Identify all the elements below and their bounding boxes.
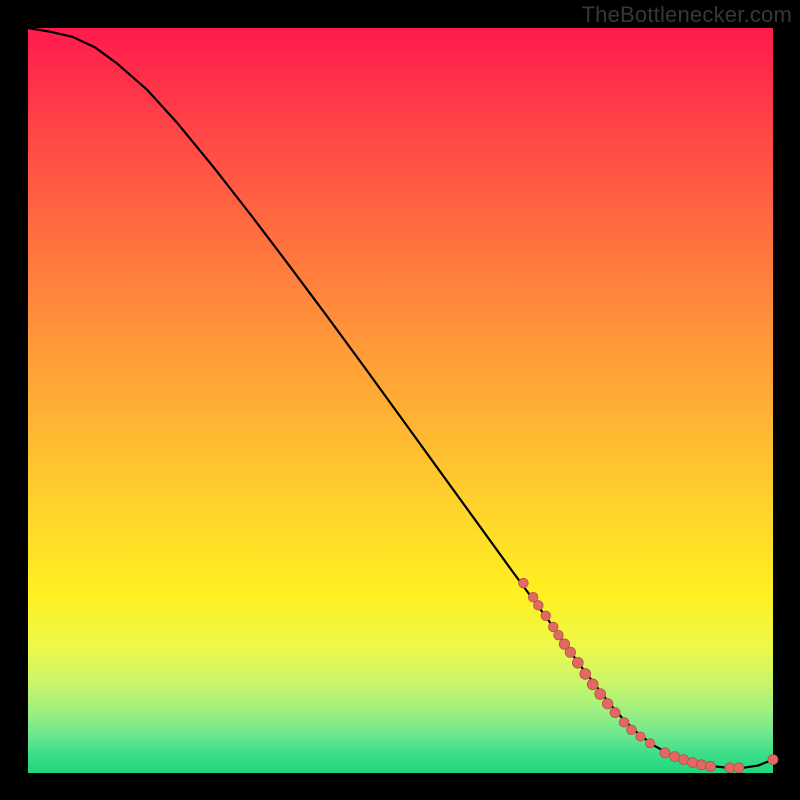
- scatter-point: [645, 739, 654, 748]
- scatter-point: [619, 718, 629, 728]
- scatter-point: [572, 657, 583, 668]
- scatter-point: [768, 755, 778, 765]
- scatter-point: [688, 758, 698, 768]
- scatter-point: [705, 761, 715, 771]
- scatter-point: [519, 578, 529, 588]
- scatter-point: [580, 669, 591, 680]
- scatter-point: [636, 732, 645, 741]
- watermark-text: TheBottlenecker.com: [582, 2, 792, 28]
- chart-svg: [28, 28, 773, 773]
- scatter-point: [696, 760, 706, 770]
- scatter-point: [587, 679, 598, 690]
- scatter-point: [595, 689, 606, 700]
- scatter-point: [554, 630, 564, 640]
- chart-container: TheBottlenecker.com: [0, 0, 800, 800]
- plot-area: [28, 28, 773, 773]
- scatter-point: [627, 725, 637, 735]
- scatter-point: [610, 708, 620, 718]
- scatter-point: [660, 748, 670, 758]
- scatter-point: [734, 763, 744, 773]
- scatter-point: [725, 763, 735, 773]
- scatter-point: [670, 752, 680, 762]
- curve-line: [28, 28, 773, 768]
- scatter-point: [541, 611, 551, 621]
- scatter-point: [534, 601, 544, 611]
- scatter-point: [602, 699, 612, 709]
- scatter-point: [679, 755, 689, 765]
- scatter-point: [565, 647, 575, 657]
- scatter-markers: [519, 578, 778, 773]
